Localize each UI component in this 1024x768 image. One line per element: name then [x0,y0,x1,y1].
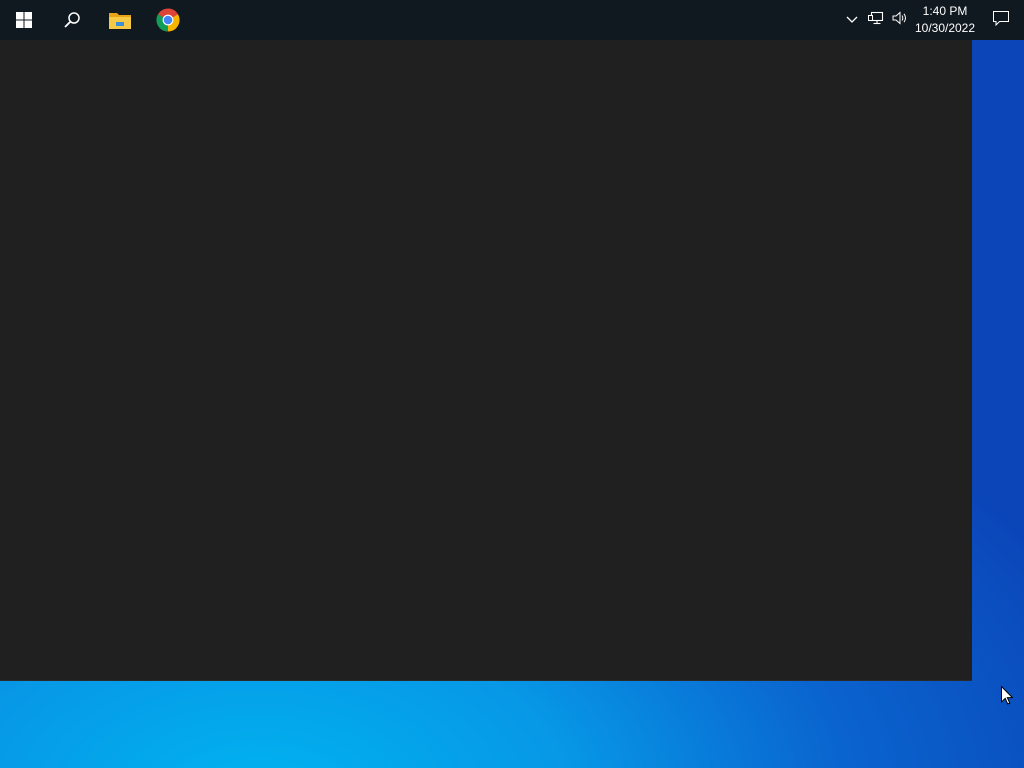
file-explorer-button[interactable] [96,0,144,40]
taskbar: 1:40 PM 10/30/2022 [0,0,1024,40]
system-tray: 1:40 PM 10/30/2022 [840,0,1024,40]
mouse-cursor-icon [1001,685,1014,710]
volume-button[interactable] [888,0,912,40]
clock[interactable]: 1:40 PM 10/30/2022 [912,0,978,40]
action-center-button[interactable] [978,0,1024,40]
notification-icon [993,10,1009,31]
chevron-up-icon [846,11,858,29]
blank-app-window[interactable] [0,40,972,681]
search-icon [63,11,81,29]
search-button[interactable] [48,0,96,40]
windows-logo-icon [16,12,32,28]
start-button[interactable] [0,0,48,40]
chrome-button[interactable] [144,0,192,40]
volume-icon [892,10,908,30]
clock-time: 1:40 PM [922,4,968,18]
network-icon [868,11,884,30]
chrome-icon [156,8,180,32]
file-explorer-icon [108,10,132,30]
clock-date: 10/30/2022 [914,21,976,35]
network-button[interactable] [864,0,888,40]
desktop-background[interactable]: 1:40 PM 10/30/2022 [0,0,1024,768]
show-hidden-icons-button[interactable] [840,0,864,40]
